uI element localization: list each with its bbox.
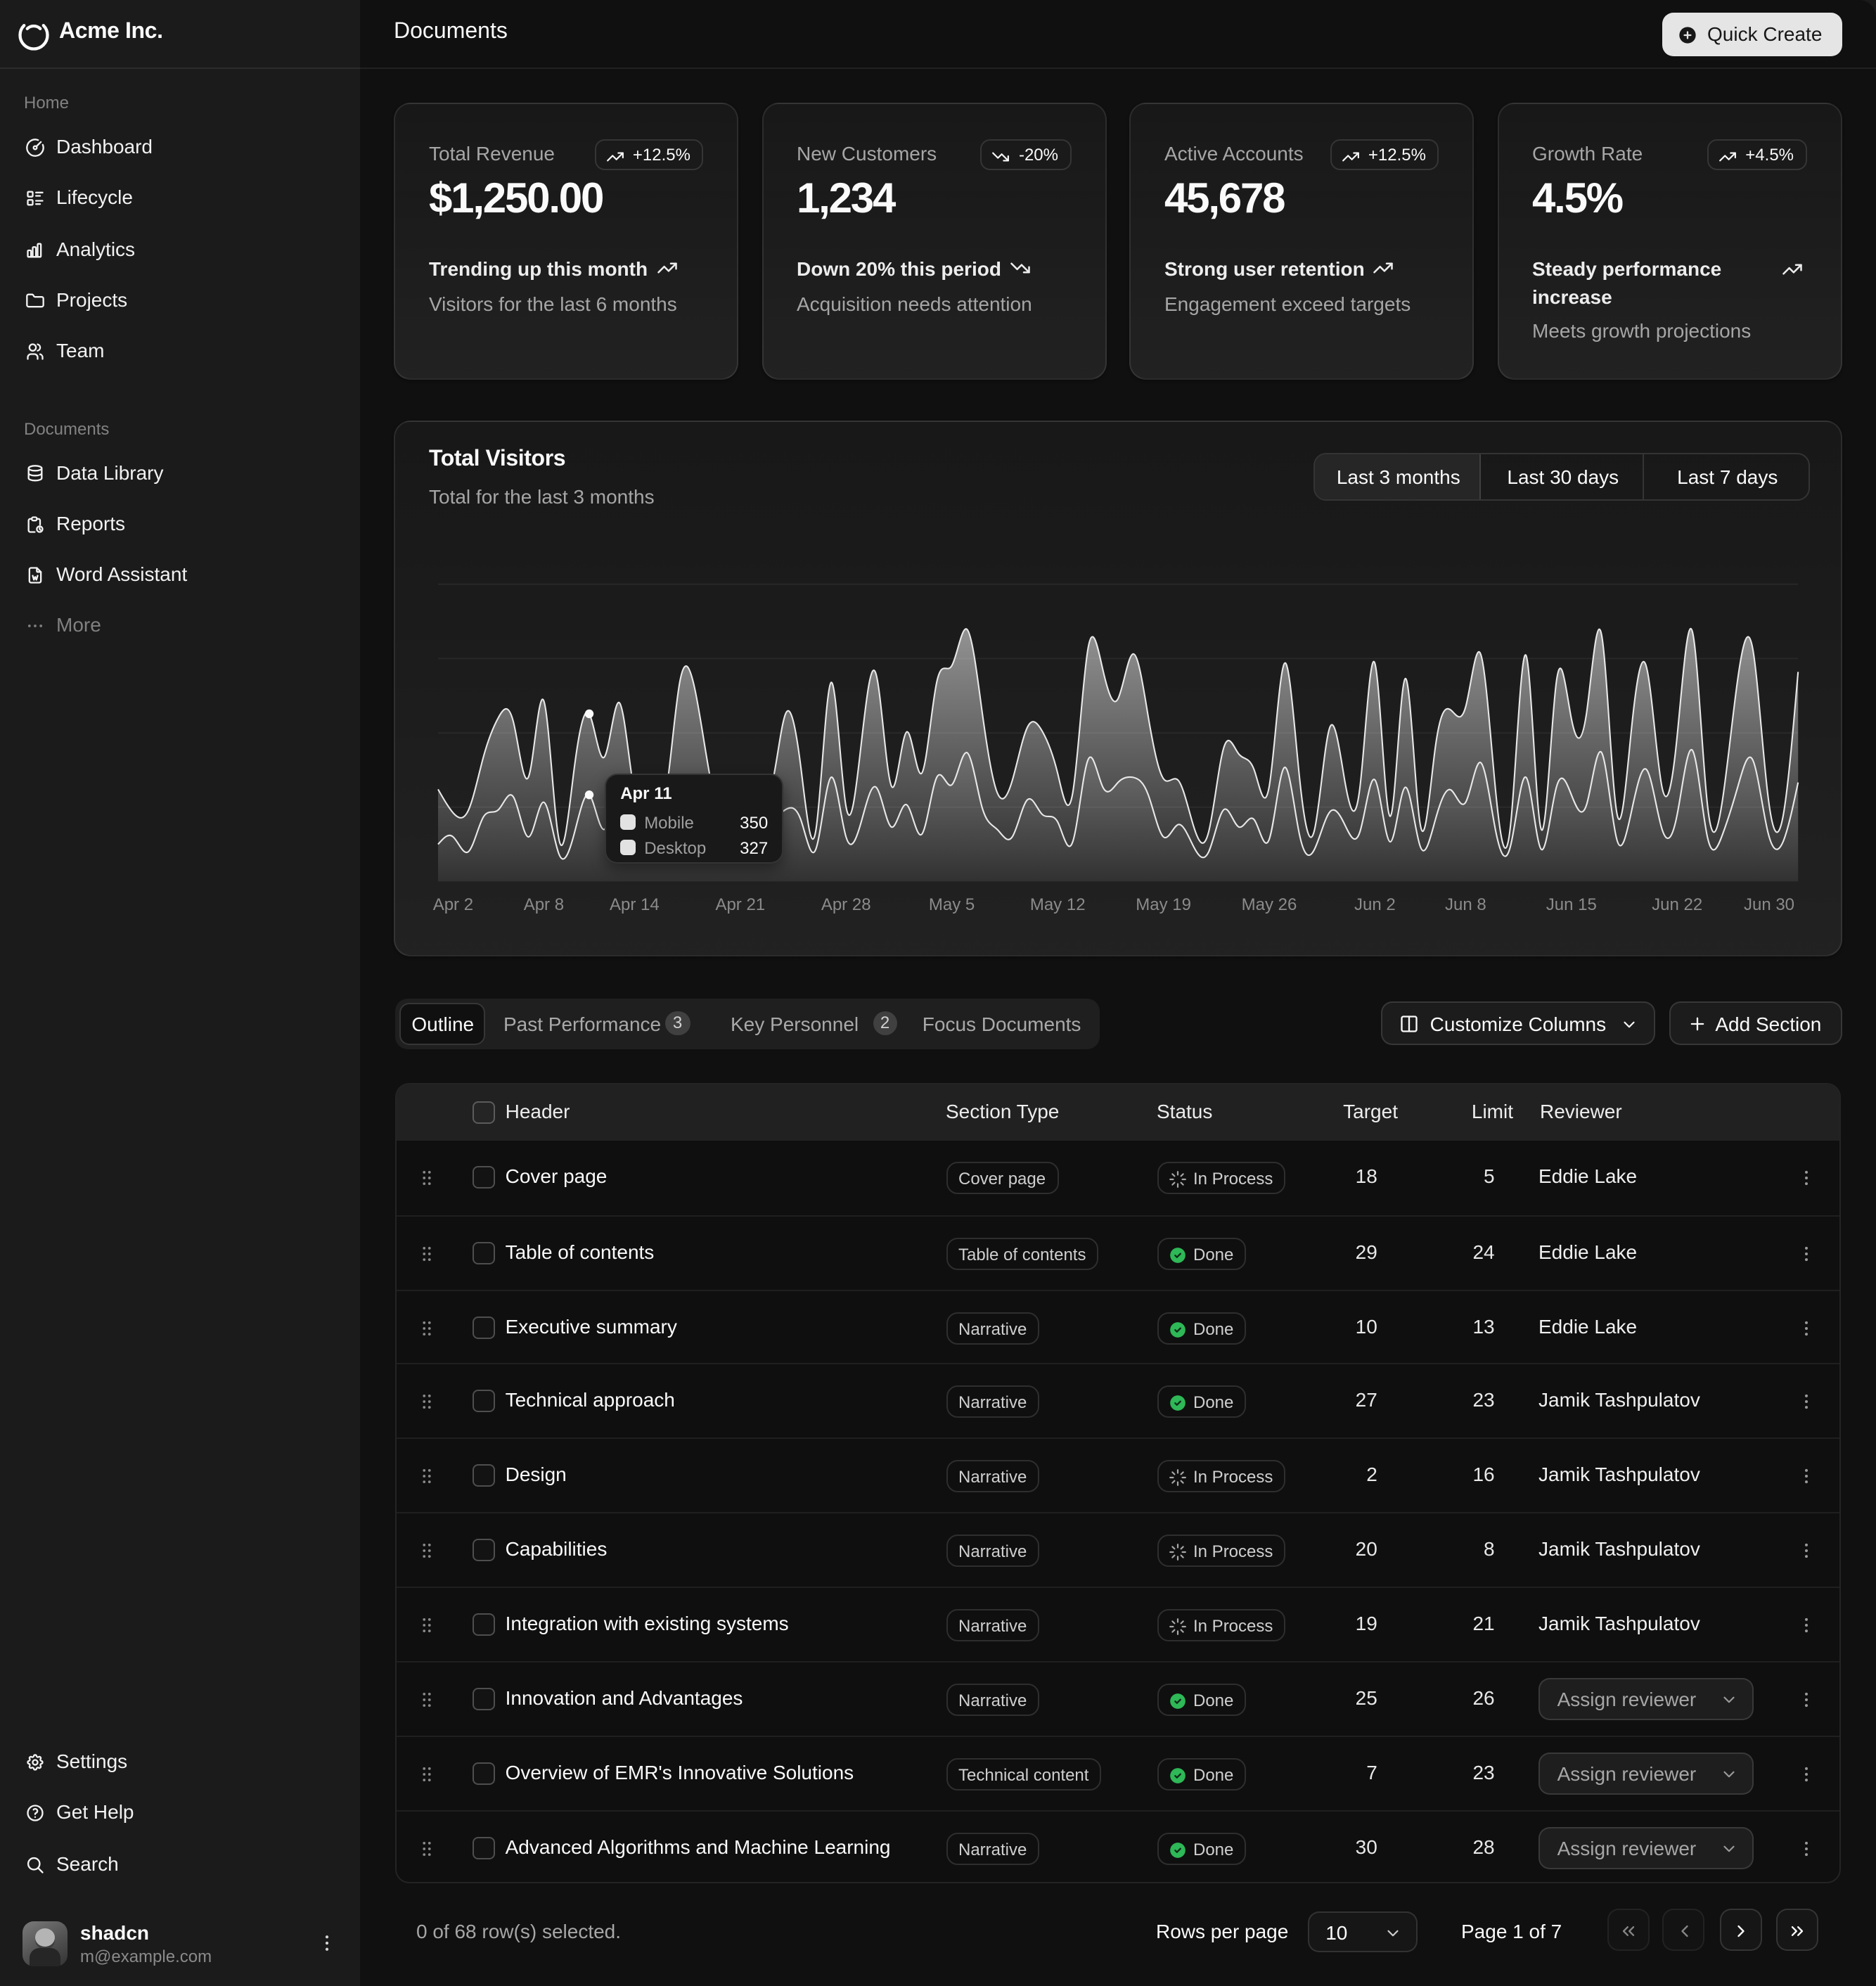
svg-text:Apr 2: Apr 2 <box>433 895 473 914</box>
svg-text:Apr 14: Apr 14 <box>610 895 660 914</box>
svg-text:Jun 8: Jun 8 <box>1445 895 1486 914</box>
svg-text:Apr 28: Apr 28 <box>821 895 871 914</box>
svg-text:Apr 8: Apr 8 <box>524 895 564 914</box>
svg-text:May 5: May 5 <box>929 895 975 914</box>
svg-text:Apr 21: Apr 21 <box>715 895 765 914</box>
svg-text:Jun 15: Jun 15 <box>1546 895 1597 914</box>
svg-text:Jun 2: Jun 2 <box>1354 895 1396 914</box>
svg-text:May 12: May 12 <box>1030 895 1086 914</box>
svg-text:May 26: May 26 <box>1242 895 1297 914</box>
svg-text:Jun 22: Jun 22 <box>1652 895 1702 914</box>
svg-text:Jun 30: Jun 30 <box>1744 895 1794 914</box>
svg-text:May 19: May 19 <box>1136 895 1191 914</box>
